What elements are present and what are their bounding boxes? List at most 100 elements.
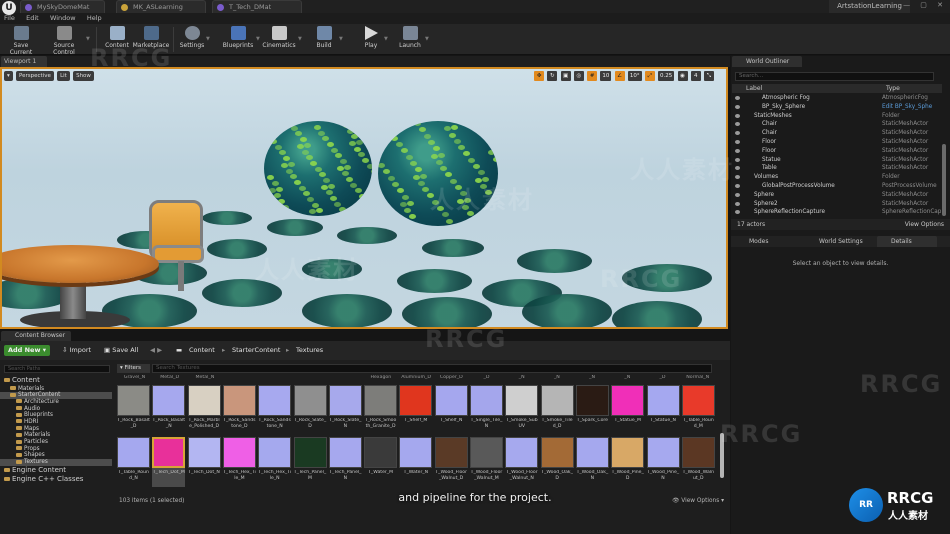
texture-asset-tile[interactable]: T_Wood_Floor_Walnut_M: [470, 437, 503, 487]
tab-modes[interactable]: Modes: [735, 236, 769, 247]
texture-asset-tile[interactable]: T_Water_N: [399, 437, 433, 487]
texture-asset-tile[interactable]: T_Wood_Walnut_D: [681, 437, 715, 487]
outliner-row[interactable]: Floor StaticMeshActor: [732, 138, 942, 147]
outliner-scrollbar[interactable]: [942, 144, 946, 216]
texture-asset-tile[interactable]: T_Wood_Oak_D: [540, 437, 574, 487]
camera-speed-icon[interactable]: ◉: [677, 71, 688, 81]
tab-content-browser[interactable]: Content Browser: [1, 331, 71, 341]
visibility-eye-icon[interactable]: [735, 192, 740, 197]
texture-asset-tile[interactable]: T_Rock_Slate_N: [328, 385, 362, 435]
lit-button[interactable]: Lit: [57, 71, 70, 81]
texture-asset-tile[interactable]: T_Water_M: [364, 437, 398, 487]
outliner-row[interactable]: Table StaticMeshActor: [732, 164, 942, 173]
texture-asset-tile[interactable]: T_Wood_Pine_D: [611, 437, 645, 487]
outliner-search-input[interactable]: Search...: [735, 72, 934, 81]
visibility-eye-icon[interactable]: [735, 122, 740, 127]
visibility-eye-icon[interactable]: [735, 157, 740, 162]
texture-asset-tile[interactable]: T_Tech_Hex_Tile_M: [222, 437, 256, 487]
folder-tree-item[interactable]: Blueprints: [0, 412, 112, 419]
settings-button[interactable]: Settings: [178, 26, 206, 53]
grid-snap-icon[interactable]: #: [587, 71, 598, 81]
chevron-down-icon[interactable]: ▼: [425, 36, 429, 42]
tab-world-settings[interactable]: World Settings: [805, 236, 863, 247]
texture-asset-tile[interactable]: T_Tech_Dot_N: [187, 437, 221, 487]
chevron-down-icon[interactable]: ▼: [339, 36, 343, 42]
rotation-snap-icon[interactable]: ∠: [614, 71, 625, 81]
tab-myskydomemat[interactable]: MySkyDomeMat: [20, 0, 105, 13]
folder-tree-item[interactable]: Props: [0, 446, 112, 453]
assets-search-input[interactable]: Search Textures: [152, 364, 712, 373]
texture-asset-tile[interactable]: T_Rock_Sandstone_N: [258, 385, 292, 435]
visibility-eye-icon[interactable]: [735, 104, 740, 109]
chevron-down-icon[interactable]: ▼: [206, 36, 210, 42]
texture-asset-tile[interactable]: T_Rock_Basalt_N: [152, 385, 186, 435]
viewport-options-button[interactable]: ▾: [4, 71, 13, 81]
menu-window[interactable]: Window: [50, 13, 76, 24]
texture-asset-tile[interactable]: T_Wood_Floor_Walnut_D: [434, 437, 468, 487]
folder-tree-item[interactable]: Content: [0, 376, 112, 386]
history-arrows-icon[interactable]: ◀ ▶: [150, 345, 162, 356]
paths-search-input[interactable]: Search Paths: [4, 365, 110, 373]
launch-button[interactable]: Launch: [398, 26, 422, 53]
breadcrumb-startercontent[interactable]: StarterContent: [232, 345, 280, 356]
outliner-row[interactable]: StaticMeshes Folder: [732, 112, 942, 121]
save-current-button[interactable]: Save Current: [2, 26, 40, 56]
tab-world-outliner[interactable]: World Outliner: [732, 56, 802, 67]
visibility-eye-icon[interactable]: [735, 139, 740, 144]
rotate-icon[interactable]: ↻: [547, 71, 558, 81]
cinematics-button[interactable]: Cinematics: [262, 26, 296, 53]
menu-help[interactable]: Help: [87, 13, 102, 24]
visibility-eye-icon[interactable]: [735, 210, 740, 215]
tab-viewport-1[interactable]: Viewport 1: [1, 56, 47, 67]
chevron-down-icon[interactable]: ▼: [256, 36, 260, 42]
folder-tree-item[interactable]: Architecture: [0, 399, 112, 406]
outliner-row[interactable]: Sphere StaticMeshActor: [732, 191, 942, 200]
show-button[interactable]: Show: [73, 71, 94, 81]
breadcrumb-content[interactable]: Content: [189, 345, 215, 356]
visibility-eye-icon[interactable]: [735, 175, 740, 180]
folder-tree-item[interactable]: Particles: [0, 439, 112, 446]
rotation-snap-value[interactable]: 10°: [627, 71, 642, 81]
add-new-button[interactable]: Add New ▾: [4, 345, 50, 356]
texture-asset-tile[interactable]: T_Single_Tile_N: [470, 385, 503, 435]
outliner-row[interactable]: GlobalPostProcessVolume PostProcessVolume: [732, 182, 942, 191]
texture-asset-tile[interactable]: T_Table_Round_N: [117, 437, 150, 487]
folder-tree-item[interactable]: Audio: [0, 406, 112, 413]
folder-tree-item[interactable]: Materials: [0, 432, 112, 439]
texture-asset-tile[interactable]: T_Table_Round_M: [681, 385, 715, 435]
build-button[interactable]: Build: [312, 26, 336, 53]
visibility-eye-icon[interactable]: [735, 183, 740, 188]
tab-t-tech-dmat[interactable]: T_Tech_DMat: [212, 0, 302, 13]
scale-icon[interactable]: ▣: [560, 71, 571, 81]
outliner-row[interactable]: Atmospheric Fog AtmosphericFog: [732, 94, 942, 103]
tab-details[interactable]: Details: [877, 236, 937, 247]
texture-asset-tile[interactable]: T_Tech_Dot_M: [152, 437, 186, 487]
folder-tree-item[interactable]: Materials: [0, 386, 112, 393]
import-button[interactable]: ⇩ Import: [62, 345, 91, 356]
visibility-eye-icon[interactable]: [735, 113, 740, 118]
texture-asset-tile[interactable]: T_Tech_Panel_N: [328, 437, 362, 487]
visibility-eye-icon[interactable]: [735, 201, 740, 206]
scale-snap-value[interactable]: 0.25: [658, 71, 675, 81]
label-column-header[interactable]: Label: [746, 84, 762, 93]
outliner-row[interactable]: Volumes Folder: [732, 173, 942, 182]
source-control-button[interactable]: Source Control: [42, 26, 86, 56]
texture-asset-tile[interactable]: T_Tech_Panel_M: [293, 437, 327, 487]
chevron-down-icon[interactable]: ▼: [298, 36, 302, 42]
texture-asset-tile[interactable]: T_Statue_N: [646, 385, 680, 435]
camera-speed-value[interactable]: 4: [690, 71, 701, 81]
filters-button[interactable]: ▾ Filters: [117, 364, 150, 373]
texture-asset-tile[interactable]: T_Shelf_M: [399, 385, 433, 435]
sphere-mesh[interactable]: [264, 121, 372, 216]
visibility-eye-icon[interactable]: [735, 166, 740, 171]
texture-asset-tile[interactable]: T_Rock_Basalt_D: [117, 385, 150, 435]
visibility-eye-icon[interactable]: [735, 131, 740, 136]
grid-snap-value[interactable]: 10: [600, 71, 612, 81]
outliner-view-options[interactable]: View Options: [905, 219, 944, 230]
folder-tree-item[interactable]: Engine Content: [0, 466, 112, 476]
maximize-icon[interactable]: ⤡: [704, 71, 714, 81]
world-space-icon[interactable]: ◎: [573, 71, 584, 81]
translate-icon[interactable]: ✥: [534, 71, 545, 81]
type-column-header[interactable]: Type: [886, 84, 900, 93]
breadcrumb-textures[interactable]: Textures: [296, 345, 323, 356]
